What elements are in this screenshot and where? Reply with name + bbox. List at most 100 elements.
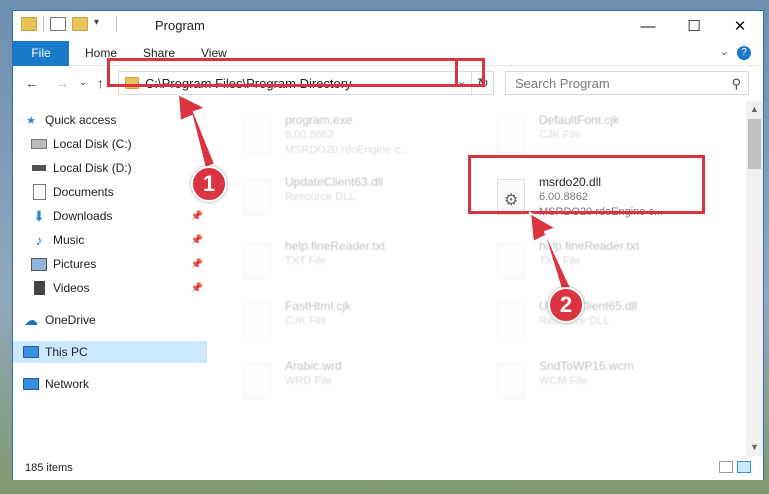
star-icon: ★	[26, 114, 36, 127]
recent-locations-icon[interactable]: ⌄	[79, 77, 87, 88]
sidebar-item-downloads[interactable]: ⬇ Downloads 📌	[31, 205, 209, 227]
forward-arrow-icon[interactable]: →	[55, 75, 69, 91]
file-type: TXT File	[285, 255, 327, 267]
title-bar: ▾ Program — ☐ ✕	[13, 11, 763, 41]
quick-access-toolbar: ▾	[21, 17, 117, 31]
sidebar-item-local-disk-c[interactable]: Local Disk (C:)	[31, 133, 227, 155]
file-name: FastHtml.cjk	[285, 299, 351, 313]
network-icon	[23, 377, 39, 391]
list-item[interactable]: DefaultFont.cjk CJK File	[483, 111, 723, 161]
sidebar-item-label: Downloads	[53, 209, 113, 223]
file-description: MSRDO20 rdoEngine c...	[285, 144, 410, 156]
list-item[interactable]: program.exe 6.00.8862 MSRDO20 rdoEngine …	[229, 111, 469, 161]
sidebar-item-label: Local Disk (C:)	[53, 137, 132, 151]
file-type: WCM File	[539, 375, 588, 387]
download-icon: ⬇	[33, 207, 45, 224]
file-icon	[243, 303, 271, 339]
dll-file-icon	[497, 303, 525, 339]
window-controls: — ☐ ✕	[625, 11, 763, 41]
sidebar-item-label: Local Disk (D:)	[53, 161, 132, 175]
file-name: DefaultFont.cjk	[539, 113, 620, 127]
address-highlight	[107, 58, 458, 87]
music-icon: ♪	[35, 232, 43, 248]
pictures-icon	[31, 257, 47, 271]
sidebar-item-music[interactable]: ♪ Music 📌	[31, 229, 209, 251]
back-arrow-icon[interactable]: ←	[25, 75, 39, 91]
customize-toolbar-icon[interactable]: ▾	[94, 17, 110, 31]
sidebar-item-pictures[interactable]: Pictures 📌	[31, 253, 209, 275]
minimize-button[interactable]: —	[625, 11, 671, 41]
file-name: SndToWP15.wcm	[539, 359, 634, 373]
list-item[interactable]: help.fineReader.txt TXT File	[229, 237, 469, 287]
maximize-button[interactable]: ☐	[671, 11, 717, 41]
file-highlight	[468, 155, 705, 214]
sidebar-item-label: Videos	[53, 281, 90, 295]
vertical-scrollbar[interactable]: ▲ ▼	[746, 101, 763, 456]
list-item[interactable]: UpdateClient65.dll Resource DLL	[483, 297, 723, 347]
sidebar-item-label: Music	[53, 233, 85, 247]
help-icon[interactable]: ?	[737, 46, 751, 60]
sidebar-item-label: This PC	[45, 345, 88, 359]
list-item[interactable]: Arabic.wrd WRD File	[229, 357, 469, 407]
new-folder-icon[interactable]	[72, 17, 88, 31]
file-name: help.fineReader.txt	[539, 239, 640, 253]
sidebar-item-onedrive[interactable]: ☁ OneDrive	[23, 309, 219, 331]
sidebar-item-label: Pictures	[53, 257, 97, 271]
list-item[interactable]: FastHtml.cjk CJK File	[229, 297, 469, 347]
callout-2: 2	[548, 287, 584, 323]
pin-icon[interactable]: 📌	[191, 235, 203, 246]
file-icon	[243, 363, 271, 399]
scroll-down-icon[interactable]: ▼	[746, 439, 763, 456]
txt-file-icon	[243, 243, 271, 279]
drive-icon	[31, 137, 47, 151]
tiles-view-icon[interactable]	[737, 461, 751, 473]
file-name: help.fineReader.txt	[285, 239, 386, 253]
status-bar: 185 items	[13, 456, 763, 480]
separator	[116, 17, 117, 31]
file-name: Arabic.wrd	[285, 359, 342, 373]
refresh-highlight	[458, 58, 485, 87]
pin-icon[interactable]: 📌	[191, 283, 203, 294]
computer-icon	[23, 345, 39, 359]
sidebar-item-quick-access[interactable]: ★ Quick access	[23, 109, 219, 131]
sidebar-item-label: Network	[45, 377, 90, 391]
drive-icon	[31, 161, 47, 175]
list-item[interactable]: SndToWP15.wcm WCM File	[483, 357, 723, 407]
file-name: program.exe	[285, 113, 353, 127]
documents-icon	[31, 184, 47, 200]
file-version: 6.00.8862	[285, 129, 334, 141]
ribbon-expand-icon[interactable]: ⌄	[720, 45, 729, 58]
close-button[interactable]: ✕	[717, 11, 763, 41]
pin-icon[interactable]: 📌	[191, 259, 203, 270]
details-view-icon[interactable]	[719, 461, 733, 473]
file-type: WRD File	[285, 375, 333, 387]
sidebar-item-network[interactable]: Network	[23, 373, 219, 395]
navigation-pane: ★ Quick access Local Disk (C:) Local Dis…	[13, 101, 209, 456]
up-arrow-icon[interactable]: ↑	[97, 75, 104, 91]
search-icon[interactable]: ⚲	[731, 76, 741, 92]
sidebar-item-videos[interactable]: Videos 📌	[31, 277, 209, 299]
exe-file-icon	[243, 117, 271, 153]
view-toggle	[719, 461, 751, 473]
file-type: CJK File	[539, 129, 581, 141]
list-item[interactable]: help.fineReader.txt TXT File	[483, 237, 723, 287]
search-input[interactable]: Search Program	[515, 76, 610, 91]
sidebar-item-label: OneDrive	[45, 313, 96, 327]
videos-icon	[31, 281, 47, 295]
pin-icon[interactable]: 📌	[191, 211, 203, 222]
properties-icon[interactable]	[50, 17, 66, 31]
file-type: Resource DLL	[285, 191, 356, 203]
callout-1: 1	[191, 166, 227, 202]
sidebar-item-label: Documents	[53, 185, 114, 199]
scroll-thumb[interactable]	[748, 119, 761, 169]
list-item[interactable]: UpdateClient63.dll Resource DLL	[229, 173, 469, 223]
folder-icon	[21, 17, 37, 31]
scroll-up-icon[interactable]: ▲	[746, 101, 763, 118]
txt-file-icon	[497, 243, 525, 279]
search-box[interactable]: Search Program ⚲	[505, 71, 749, 95]
file-icon	[497, 363, 525, 399]
sidebar-item-this-pc[interactable]: This PC	[13, 341, 207, 363]
file-icon	[497, 117, 525, 153]
window-title: Program	[155, 18, 205, 33]
file-type: CJK File	[285, 315, 327, 327]
